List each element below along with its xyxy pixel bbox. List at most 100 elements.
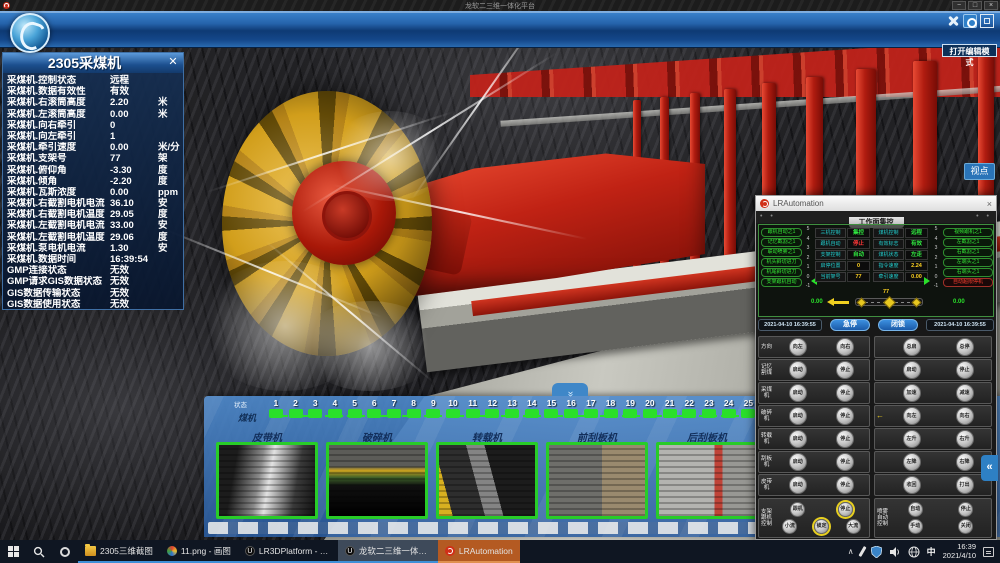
mode-button[interactable]: 右截割之1: [943, 248, 993, 257]
ime-indicator[interactable]: 中: [927, 545, 936, 558]
network-globe-icon[interactable]: [908, 546, 920, 558]
control-button[interactable]: 总启: [903, 338, 921, 356]
taskbar-app[interactable]: 龙软二三维一体化...: [338, 540, 438, 563]
security-shield-icon[interactable]: [871, 546, 882, 558]
mode-button[interactable]: 左端头之1: [943, 258, 993, 267]
mode-button[interactable]: 机尾斜切进刀: [761, 268, 802, 277]
control-button[interactable]: 启动: [903, 361, 921, 379]
support-indicator[interactable]: 7: [384, 398, 404, 418]
control-button[interactable]: 停止: [836, 361, 854, 379]
control-button[interactable]: 向右: [956, 407, 974, 425]
support-indicator[interactable]: 11: [463, 398, 483, 418]
support-indicator[interactable]: 1: [266, 398, 286, 418]
mode-button[interactable]: 视频跟机之1: [943, 228, 993, 237]
support-indicator[interactable]: 12: [483, 398, 503, 418]
control-button[interactable]: 大流: [846, 519, 861, 534]
taskbar-clock[interactable]: 16:39 2021/4/10: [943, 543, 976, 560]
control-button[interactable]: 向左: [903, 407, 921, 425]
support-indicator[interactable]: 9: [424, 398, 444, 418]
mode-button[interactable]: 左截割之1: [943, 238, 993, 247]
control-button[interactable]: 向左: [789, 338, 807, 356]
speaker-icon[interactable]: [889, 546, 901, 558]
support-indicator[interactable]: 8: [404, 398, 424, 418]
gear-icon[interactable]: [963, 14, 977, 28]
support-indicator[interactable]: 5: [345, 398, 365, 418]
taskbar-app[interactable]: LR3DPlatform - U...: [238, 540, 338, 563]
control-button[interactable]: 停止: [836, 453, 854, 471]
camera-thumbnail[interactable]: [656, 442, 758, 519]
control-button[interactable]: 加速: [903, 384, 921, 402]
support-indicator[interactable]: 19: [620, 398, 640, 418]
support-indicator[interactable]: 21: [660, 398, 680, 418]
alarm-stop-button[interactable]: 自动超限停机: [943, 278, 993, 287]
mode-button[interactable]: 跟机自动之1: [761, 228, 802, 237]
control-button[interactable]: 停止: [838, 502, 853, 517]
support-indicator[interactable]: 14: [522, 398, 542, 418]
control-button[interactable]: 停止: [836, 407, 854, 425]
close-icon[interactable]: ✕: [166, 56, 180, 70]
control-button[interactable]: 停止: [836, 430, 854, 448]
slider-track[interactable]: [855, 298, 923, 306]
support-indicator[interactable]: 3: [305, 398, 325, 418]
mode-button[interactable]: 记忆截割之1: [761, 238, 802, 247]
search-button[interactable]: [26, 540, 52, 563]
control-button[interactable]: 小流: [782, 519, 797, 534]
tray-expand-icon[interactable]: ∧: [848, 547, 854, 556]
support-indicator[interactable]: 20: [640, 398, 660, 418]
support-indicator[interactable]: 17: [581, 398, 601, 418]
control-button[interactable]: 减速: [956, 384, 974, 402]
control-button[interactable]: 启动: [789, 476, 807, 494]
control-button[interactable]: 启动: [789, 407, 807, 425]
support-indicator[interactable]: 10: [443, 398, 463, 418]
control-button[interactable]: 总停: [956, 338, 974, 356]
support-indicator[interactable]: 24: [719, 398, 739, 418]
taskbar-app[interactable]: 2305三维截图: [78, 540, 160, 563]
control-button[interactable]: 跟机: [790, 502, 805, 517]
camera-thumbnail[interactable]: [216, 442, 318, 519]
slider-knob[interactable]: [912, 298, 922, 308]
support-indicator[interactable]: 18: [601, 398, 621, 418]
control-button[interactable]: 停止: [956, 361, 974, 379]
control-button[interactable]: 停止: [958, 502, 973, 517]
control-button[interactable]: 停止: [836, 476, 854, 494]
cortana-button[interactable]: [52, 540, 78, 563]
support-indicator[interactable]: 4: [325, 398, 345, 418]
control-button[interactable]: 启动: [789, 453, 807, 471]
control-button[interactable]: 启动: [789, 430, 807, 448]
mode-button[interactable]: 机头斜切进刀: [761, 258, 802, 267]
lock-button[interactable]: 闭锁: [878, 319, 918, 331]
control-button[interactable]: 锁定: [814, 519, 829, 534]
restore-icon[interactable]: [980, 14, 994, 28]
close-button[interactable]: ×: [984, 1, 998, 10]
tools-icon[interactable]: [946, 14, 960, 28]
notification-center-icon[interactable]: [983, 547, 994, 557]
control-button[interactable]: 启动: [789, 384, 807, 402]
control-button[interactable]: 收回: [903, 476, 921, 494]
viewpoint-tab[interactable]: 视点: [964, 163, 995, 180]
taskbar-app[interactable]: 11.png - 画图: [160, 540, 238, 563]
side-collapse-tab[interactable]: «: [981, 455, 998, 481]
pen-icon[interactable]: [858, 546, 866, 557]
start-button[interactable]: [0, 540, 26, 563]
mode-button[interactable]: 联动喷雾之1: [761, 248, 802, 257]
slider-knob[interactable]: [857, 298, 867, 308]
support-indicator[interactable]: 2: [286, 398, 306, 418]
camera-thumbnail[interactable]: [546, 442, 648, 519]
control-button[interactable]: 手动: [908, 519, 923, 534]
panel-header[interactable]: 2305采煤机 ✕: [3, 53, 183, 73]
mode-button[interactable]: 支架跟机自动: [761, 278, 802, 287]
support-indicator[interactable]: 15: [542, 398, 562, 418]
strip-collapse-tab[interactable]: »: [552, 383, 588, 396]
camera-thumbnail[interactable]: [326, 442, 428, 519]
control-button[interactable]: 关闭: [958, 519, 973, 534]
control-button[interactable]: 右降: [956, 453, 974, 471]
camera-thumbnail[interactable]: [436, 442, 538, 519]
control-button[interactable]: 右升: [956, 430, 974, 448]
mode-button[interactable]: 右端头之1: [943, 268, 993, 277]
open-edit-mode-button[interactable]: 打开编辑模式: [942, 44, 997, 57]
lr-titlebar[interactable]: LRAutomation ×: [756, 196, 996, 211]
minimize-button[interactable]: −: [952, 1, 966, 10]
maximize-button[interactable]: □: [968, 1, 982, 10]
control-button[interactable]: 打出: [956, 476, 974, 494]
support-indicator[interactable]: 6: [364, 398, 384, 418]
